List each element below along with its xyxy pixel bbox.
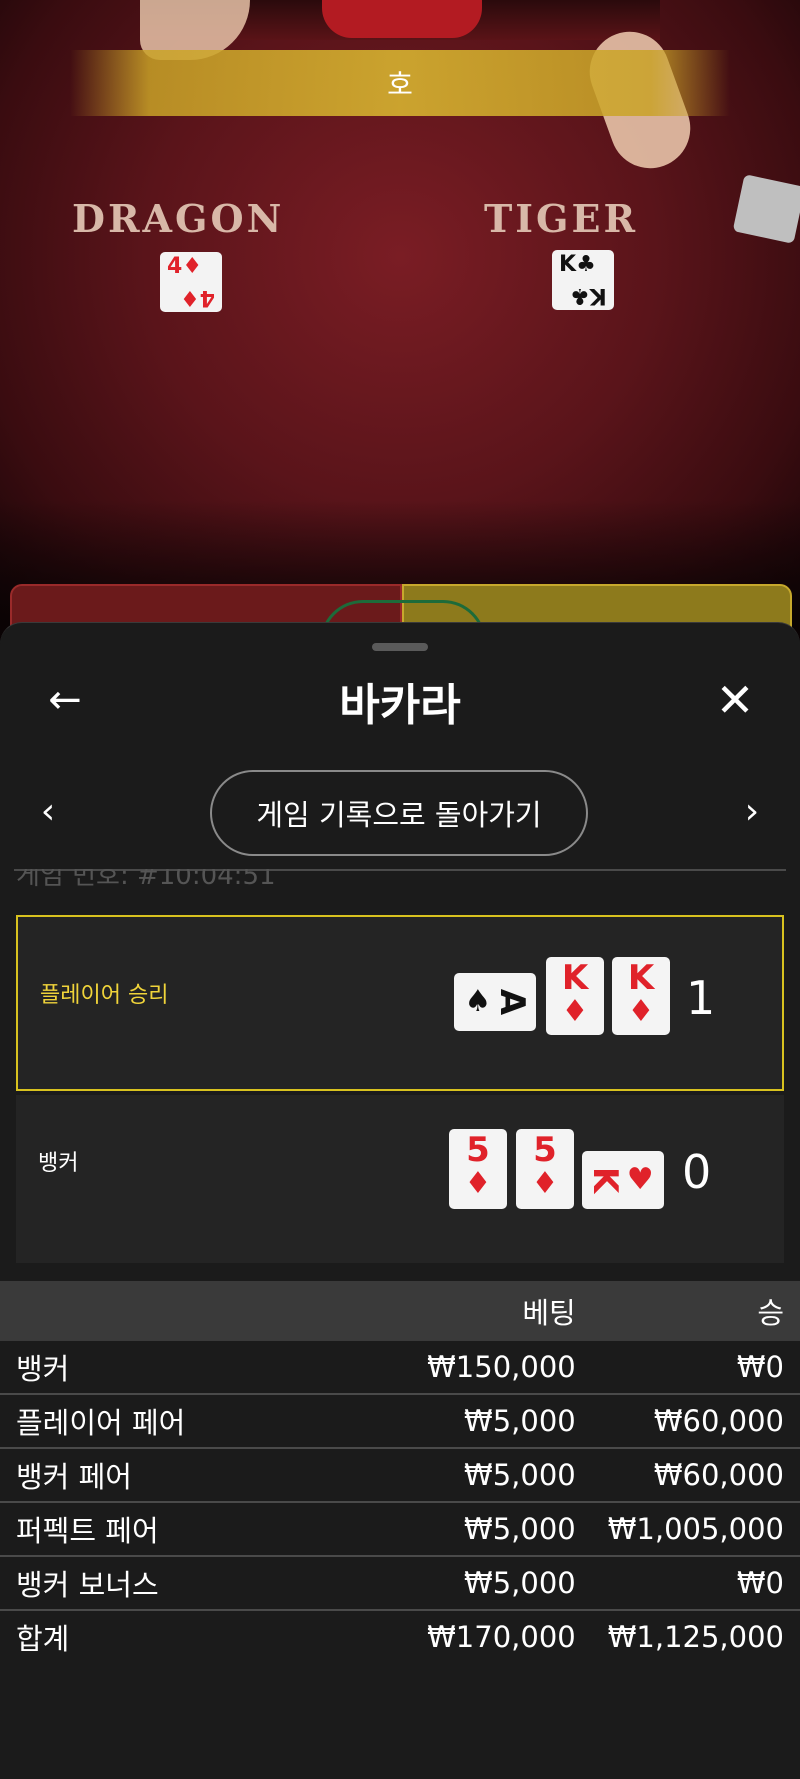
- dragon-label: DRAGON: [72, 196, 285, 241]
- bet-summary-table: 베팅 승 뱅커 ₩150,000 ₩0 플레이어 페어 ₩5,000 ₩60,0…: [0, 1281, 800, 1663]
- playing-card: K ♦: [546, 957, 604, 1035]
- bet-type: 퍼펙트 페어: [0, 1502, 277, 1557]
- table-row: 플레이어 페어 ₩5,000 ₩60,000: [0, 1394, 800, 1449]
- table-row: 뱅커 ₩150,000 ₩0: [0, 1341, 800, 1395]
- total-bet: ₩170,000: [427, 1620, 576, 1654]
- live-video-feed: 호 DRAGON TIGER 4♦ 4♦ K♣ K♣: [0, 0, 800, 640]
- dealer-dress: [322, 0, 482, 38]
- bet-amount: ₩150,000: [276, 1341, 592, 1395]
- table-header-row: 베팅 승: [0, 1281, 800, 1341]
- next-game-chevron-icon[interactable]: ›: [732, 791, 772, 832]
- banner-text: 호: [387, 68, 413, 101]
- sheet-title: 바카라: [339, 680, 461, 731]
- win-amount: ₩60,000: [591, 1394, 800, 1449]
- table-row: 퍼펙트 페어 ₩5,000 ₩1,005,000: [0, 1502, 800, 1557]
- playing-card: K ♦: [612, 957, 670, 1035]
- banker-result-row: 뱅커 5 ♦ 5 ♦ K ♥ 0: [16, 1095, 784, 1263]
- table-row: 뱅커 페어 ₩5,000 ₩60,000: [0, 1448, 800, 1503]
- bet-type: 뱅커 페어: [0, 1448, 277, 1503]
- win-amount: ₩0: [591, 1341, 800, 1395]
- back-to-history-button[interactable]: 게임 기록으로 돌아가기: [210, 770, 588, 856]
- back-to-history-label: 게임 기록으로 돌아가기: [256, 798, 542, 832]
- total-win: ₩1,125,000: [607, 1620, 784, 1654]
- total-label: 합계: [16, 1622, 70, 1656]
- bet-amount: ₩5,000: [276, 1394, 592, 1449]
- playing-card: ♠ A: [454, 973, 536, 1031]
- player-result-row: 플레이어 승리 ♠ A K ♦ K ♦ 1: [16, 915, 784, 1091]
- game-detail-sheet: ← 바카라 ✕ ‹ 게임 기록으로 돌아가기 › 게임 번호: #10:04:5…: [0, 622, 800, 1779]
- bet-type: 플레이어 페어: [0, 1394, 277, 1449]
- playing-card: K ♥: [582, 1151, 664, 1209]
- win-amount: ₩60,000: [591, 1448, 800, 1503]
- banker-result-label: 뱅커: [38, 1151, 79, 1176]
- dragon-card: 4♦ 4♦: [160, 252, 222, 312]
- total-row: 합계 ₩170,000 ₩1,125,000: [0, 1610, 800, 1663]
- table-row: 뱅커 보너스 ₩5,000 ₩0: [0, 1556, 800, 1611]
- bet-type: 뱅커 보너스: [0, 1556, 277, 1611]
- close-icon[interactable]: ✕: [710, 673, 760, 727]
- bet-amount: ₩5,000: [276, 1448, 592, 1503]
- win-amount: ₩0: [591, 1556, 800, 1611]
- bet-column-header: 베팅: [276, 1281, 592, 1341]
- player-score: 1: [686, 971, 716, 1025]
- card-shoe: [732, 174, 800, 244]
- game-number: 게임 번호: #10:04:51: [16, 869, 276, 891]
- result-banner: 호: [70, 50, 730, 116]
- bet-amount: ₩5,000: [276, 1556, 592, 1611]
- playing-card: 5 ♦: [449, 1129, 507, 1209]
- banker-score: 0: [682, 1145, 712, 1199]
- sheet-drag-handle[interactable]: [372, 643, 428, 651]
- previous-game-chevron-icon[interactable]: ‹: [28, 791, 68, 832]
- player-result-label: 플레이어 승리: [40, 983, 169, 1008]
- bet-amount: ₩5,000: [276, 1502, 592, 1557]
- win-amount: ₩1,005,000: [591, 1502, 800, 1557]
- bet-type: 뱅커: [0, 1341, 277, 1395]
- tiger-card: K♣ K♣: [552, 250, 614, 310]
- win-column-header: 승: [591, 1281, 800, 1341]
- tiger-label: TIGER: [484, 196, 639, 241]
- playing-card: 5 ♦: [516, 1129, 574, 1209]
